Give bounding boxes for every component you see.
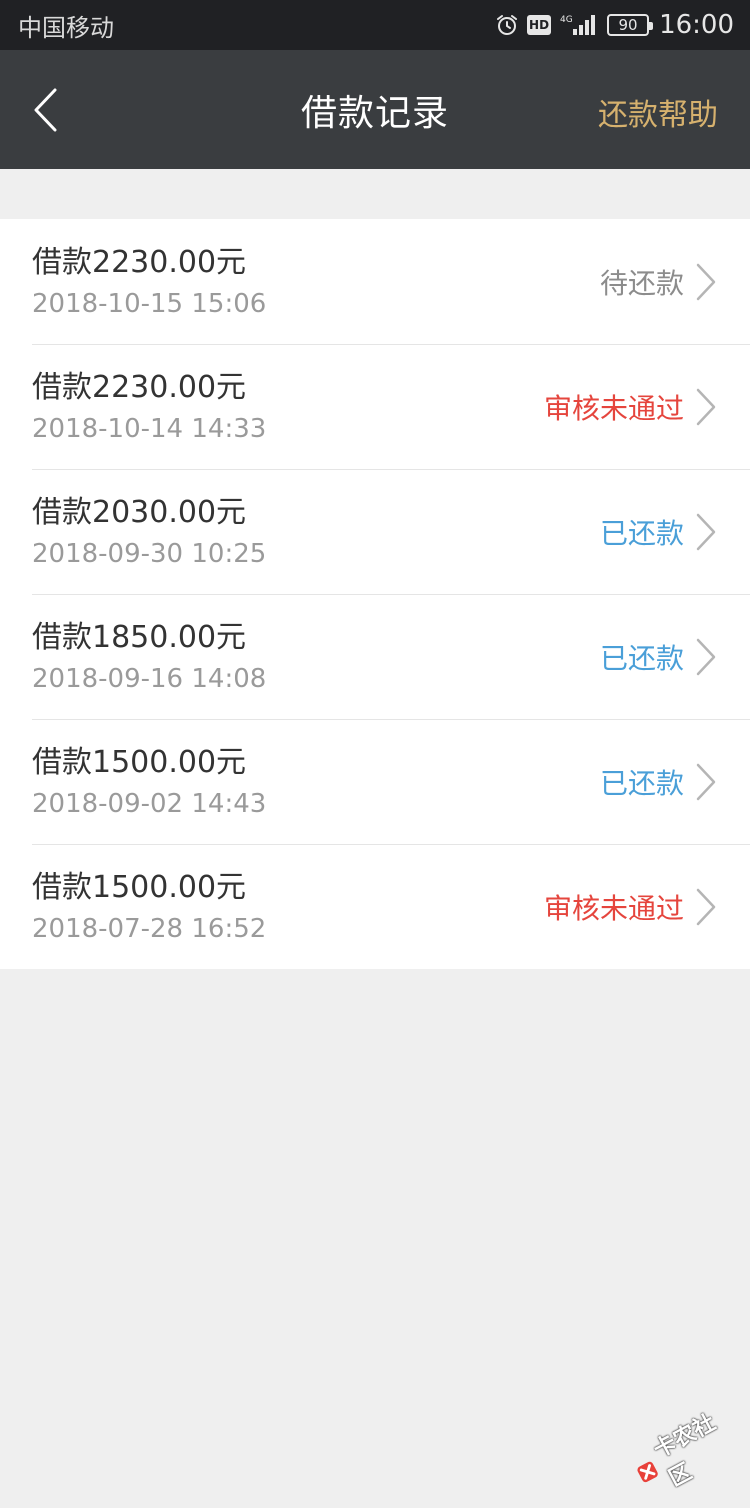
watermark: 卡农社区: [622, 1394, 750, 1507]
loan-amount: 借款1500.00元: [32, 742, 266, 784]
record-info: 借款1850.00元 2018-09-16 14:08: [32, 617, 266, 697]
battery-icon: 90: [607, 14, 649, 36]
repayment-help-link[interactable]: 还款帮助: [598, 90, 718, 134]
carrier-name: 中国移动: [18, 8, 114, 43]
loan-date: 2018-07-28 16:52: [32, 911, 266, 947]
loan-date: 2018-09-30 10:25: [32, 536, 266, 572]
record-status-group: 待还款: [600, 262, 718, 302]
nav-bar: 借款记录 还款帮助: [0, 50, 750, 169]
signal-icon: 4G: [559, 13, 599, 37]
chevron-right-icon: [694, 262, 718, 302]
loan-record-row[interactable]: 借款1500.00元 2018-07-28 16:52 审核未通过: [0, 844, 750, 969]
alarm-icon: [495, 13, 519, 37]
back-button[interactable]: [22, 80, 70, 140]
loan-record-row[interactable]: 借款1500.00元 2018-09-02 14:43 已还款: [0, 719, 750, 844]
record-status-group: 已还款: [600, 637, 718, 677]
loan-status: 待还款: [600, 262, 684, 302]
loan-record-row[interactable]: 借款1850.00元 2018-09-16 14:08 已还款: [0, 594, 750, 719]
record-info: 借款2030.00元 2018-09-30 10:25: [32, 492, 266, 572]
loan-amount: 借款1850.00元: [32, 617, 266, 659]
watermark-text: 卡农社区: [647, 1397, 750, 1493]
loan-record-row[interactable]: 借款2230.00元 2018-10-14 14:33 审核未通过: [0, 344, 750, 469]
record-info: 借款1500.00元 2018-09-02 14:43: [32, 742, 266, 822]
loan-status: 已还款: [600, 637, 684, 677]
page-title: 借款记录: [301, 84, 449, 136]
status-time: 16:00: [659, 10, 734, 40]
loan-record-list: 借款2230.00元 2018-10-15 15:06 待还款 借款2230.0…: [0, 219, 750, 969]
status-bar: 中国移动 HD 4G 90 16:00: [0, 0, 750, 50]
record-status-group: 审核未通过: [544, 387, 718, 427]
loan-date: 2018-10-14 14:33: [32, 411, 266, 447]
loan-date: 2018-09-16 14:08: [32, 661, 266, 697]
hd-icon: HD: [527, 15, 551, 35]
record-info: 借款1500.00元 2018-07-28 16:52: [32, 867, 266, 947]
loan-date: 2018-10-15 15:06: [32, 286, 266, 322]
chevron-right-icon: [694, 387, 718, 427]
chevron-right-icon: [694, 887, 718, 927]
record-status-group: 已还款: [600, 762, 718, 802]
loan-amount: 借款2230.00元: [32, 367, 266, 409]
loan-amount: 借款2030.00元: [32, 492, 266, 534]
chevron-right-icon: [694, 637, 718, 677]
record-info: 借款2230.00元 2018-10-15 15:06: [32, 242, 266, 322]
record-status-group: 审核未通过: [544, 887, 718, 927]
record-info: 借款2230.00元 2018-10-14 14:33: [32, 367, 266, 447]
loan-date: 2018-09-02 14:43: [32, 786, 266, 822]
loan-status: 已还款: [600, 512, 684, 552]
chevron-right-icon: [694, 512, 718, 552]
loan-status: 已还款: [600, 762, 684, 802]
loan-record-row[interactable]: 借款2230.00元 2018-10-15 15:06 待还款: [0, 219, 750, 344]
record-status-group: 已还款: [600, 512, 718, 552]
watermark-logo-icon: [633, 1457, 662, 1486]
loan-status: 审核未通过: [544, 387, 684, 427]
loan-record-row[interactable]: 借款2030.00元 2018-09-30 10:25 已还款: [0, 469, 750, 594]
chevron-right-icon: [694, 762, 718, 802]
loan-amount: 借款1500.00元: [32, 867, 266, 909]
loan-status: 审核未通过: [544, 887, 684, 927]
loan-amount: 借款2230.00元: [32, 242, 266, 284]
network-label: 4G: [560, 15, 573, 25]
back-arrow-icon: [31, 87, 61, 133]
watermark-mark: 卡农社区: [623, 1397, 750, 1505]
status-icons: HD 4G 90 16:00: [495, 10, 734, 40]
